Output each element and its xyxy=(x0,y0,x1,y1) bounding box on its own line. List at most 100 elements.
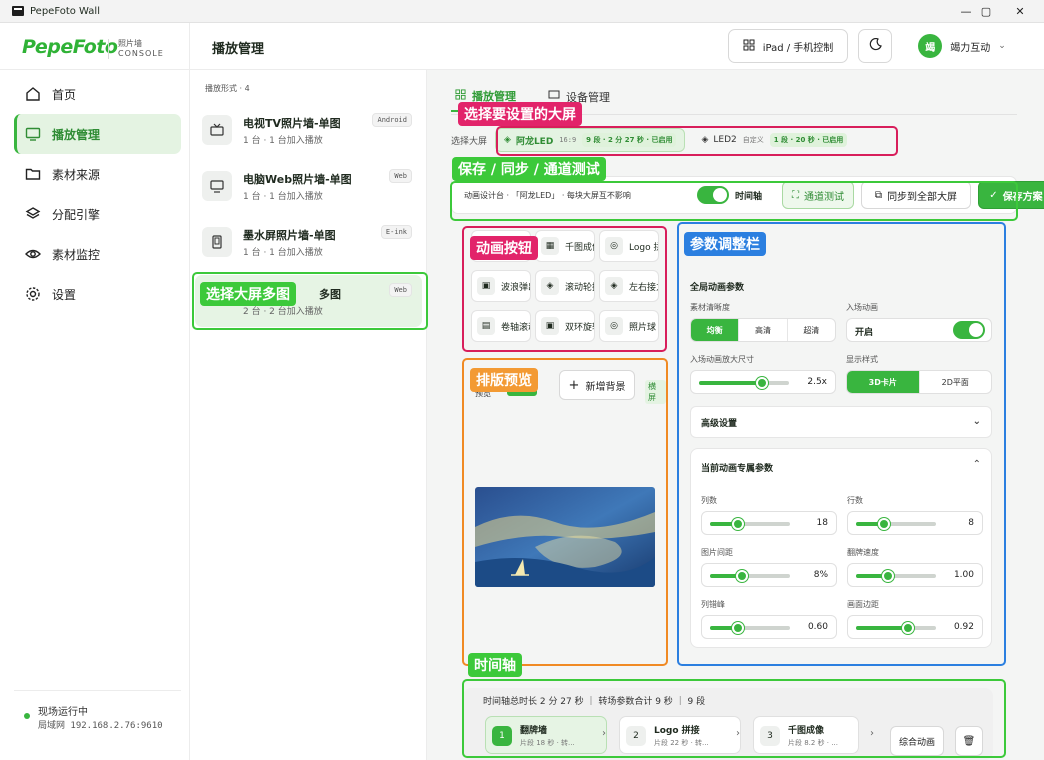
cols-slider[interactable]: 18 xyxy=(701,511,837,535)
layers-icon: ◈ xyxy=(504,135,511,145)
clarity-option[interactable]: 均衡 xyxy=(691,319,739,341)
grid-icon xyxy=(743,39,755,54)
list-item-sub: 1 台 · 1 台加入播放 xyxy=(243,248,323,258)
list-item[interactable]: 墨水屏照片墙-单图 1 台 · 1 台加入播放 E-ink xyxy=(195,217,422,269)
clarity-label: 素材清晰度 xyxy=(690,303,730,312)
current-anim-params: 当前动画专属参数 ⌃ 列数 18 行数 8 图片间距 8% 翻牌速度 1.00 … xyxy=(690,448,992,648)
field-value: 1.00 xyxy=(953,570,974,580)
ipad-control-button[interactable]: iPad / 手机控制 xyxy=(728,29,848,63)
add-background-button[interactable]: + 新增背景 xyxy=(559,370,635,400)
screen-chip-aloong[interactable]: ◈ 阿龙LED 16:9 9 段 · 2 分 27 秒 · 已启用 xyxy=(495,128,686,152)
platform-tag: Web xyxy=(389,169,412,183)
anim-button[interactable]: ▤ 卷轴滚动 xyxy=(471,310,531,342)
anim-button[interactable]: ▣ 波浪弹出 xyxy=(471,270,531,302)
field-label: 列数 xyxy=(701,496,717,505)
flip-speed-slider[interactable]: 1.00 xyxy=(847,563,983,587)
margin-slider[interactable]: 0.92 xyxy=(847,615,983,639)
timeline-step[interactable]: 2 Logo 拼接 片段 22 秒 · 转... xyxy=(619,716,741,754)
close-button[interactable]: ✕ xyxy=(1000,0,1040,23)
entry-anim-value: 开启 xyxy=(855,328,874,338)
sync-all-button[interactable]: ⧉ 同步到全部大屏 xyxy=(861,181,971,209)
grid-icon xyxy=(455,89,466,103)
anim-button[interactable]: ◈ 滚动轮播 xyxy=(535,270,595,302)
tablet-icon xyxy=(202,227,232,257)
clarity-segmented[interactable]: 均衡 高清 超清 xyxy=(690,318,836,342)
global-params-title: 全局动画参数 xyxy=(690,283,745,293)
anim-button[interactable]: ▦ 千图成像 xyxy=(535,230,595,262)
anim-button[interactable]: ◎ Logo 拼 xyxy=(599,230,659,262)
nav-item-sources[interactable]: 素材来源 xyxy=(14,154,181,194)
nav-item-playback[interactable]: 播放管理 xyxy=(14,114,181,154)
chevron-right-icon: › xyxy=(602,728,606,739)
step-sub: 片段 18 秒 · 转... xyxy=(520,739,575,747)
logo-divider xyxy=(108,39,109,59)
nav-item-engine[interactable]: 分配引擎 xyxy=(14,194,181,234)
list-item[interactable]: 电脑Web照片墙-单图 1 台 · 1 台加入播放 Web xyxy=(195,161,422,213)
timeline-step[interactable]: 3 千图成像 片段 8.2 秒 · ... xyxy=(753,716,859,754)
platform-tag: Web xyxy=(389,283,412,297)
monitor-icon xyxy=(24,125,42,143)
rows-slider[interactable]: 8 xyxy=(847,511,983,535)
platform-tag: Android xyxy=(372,113,412,127)
platform-tag: E-ink xyxy=(380,225,412,239)
header: 播放管理 iPad / 手机控制 竭 竭力互动 ⌄ xyxy=(190,23,1044,70)
field-value: 8% xyxy=(813,570,828,580)
list-item-title: 多图 xyxy=(319,288,341,301)
screen-name: LED2 xyxy=(713,135,737,145)
step-number: 2 xyxy=(626,726,646,746)
annotation-label-params: 参数调整栏 xyxy=(684,232,766,256)
combo-animation-button[interactable]: 综合动画 xyxy=(890,726,944,756)
anim-label: 滚动轮播 xyxy=(565,282,594,293)
folder-icon xyxy=(24,165,42,183)
app-icon xyxy=(12,6,24,16)
delete-button[interactable]: 🗑 xyxy=(955,726,983,756)
toolbar-description: 动画设计台 · 「阿龙LED」 · 每块大屏互不影响 xyxy=(464,191,631,200)
screen-chip-led2[interactable]: ◈ LED2 自定义 1 段 · 20 秒 · 已启用 xyxy=(693,128,855,152)
save-plan-label: 保存方案 xyxy=(1002,191,1043,203)
theme-toggle-button[interactable] xyxy=(858,29,892,63)
plus-icon: + xyxy=(568,377,580,393)
user-menu[interactable]: 竭 竭力互动 ⌄ xyxy=(906,29,1018,63)
nav-item-settings[interactable]: 设置 xyxy=(14,274,181,314)
nav-item-label: 设置 xyxy=(52,287,77,302)
brand-area: PepeFoto 照片墙 CONSOLE xyxy=(0,23,190,70)
anim-label: Logo 拼 xyxy=(629,242,658,253)
entry-anim-toggle[interactable] xyxy=(953,321,985,339)
annotation-label-anim-buttons: 动画按钮 xyxy=(470,236,538,260)
anim-label: 千图成像 xyxy=(565,242,594,253)
anim-button[interactable]: ◈ 左右接力 xyxy=(599,270,659,302)
user-name: 竭力互动 xyxy=(950,42,991,54)
stagger-slider[interactable]: 0.60 xyxy=(701,615,837,639)
field-label: 画面边距 xyxy=(847,600,879,609)
channel-test-button[interactable]: ⛶ 通道测试 xyxy=(782,181,854,209)
list-heading: 播放形式 · 4 xyxy=(205,84,250,93)
anim-button[interactable]: ▣ 双环旋转 xyxy=(535,310,595,342)
step-title: 翻牌墙 xyxy=(520,726,548,736)
zoom-slider[interactable]: 2.5x xyxy=(690,370,836,394)
list-item[interactable]: 电视TV照片墙-单图 1 台 · 1 台加入播放 Android xyxy=(195,105,422,157)
step-title: 千图成像 xyxy=(788,726,825,736)
style-option[interactable]: 3D卡片 xyxy=(847,371,919,393)
channel-test-label: 通道测试 xyxy=(804,191,844,203)
save-plan-button[interactable]: ✓ 保存方案 xyxy=(978,181,1044,209)
clarity-option[interactable]: 超清 xyxy=(786,319,835,341)
style-option[interactable]: 2D平面 xyxy=(918,371,992,393)
nav-item-home[interactable]: 首页 xyxy=(14,74,181,114)
timeline-step[interactable]: 1 翻牌墙 片段 18 秒 · 转... xyxy=(485,716,607,754)
step-title: Logo 拼接 xyxy=(654,726,700,736)
annotation-label-multi: 选择大屏多图 xyxy=(200,282,296,306)
chevron-right-icon: › xyxy=(870,728,874,739)
grid-icon: ▦ xyxy=(541,237,559,255)
timeline-toggle[interactable] xyxy=(697,186,729,204)
anim-button[interactable]: ◎ 照片球 xyxy=(599,310,659,342)
clarity-option[interactable]: 高清 xyxy=(738,319,786,341)
field-label: 列错峰 xyxy=(701,600,725,609)
field-value: 0.92 xyxy=(953,622,974,632)
style-segmented[interactable]: 3D卡片 2D平面 xyxy=(846,370,992,394)
spacing-slider[interactable]: 8% xyxy=(701,563,837,587)
advanced-accordion[interactable]: 高级设置 ⌄ xyxy=(690,406,992,438)
nav-item-monitor[interactable]: 素材监控 xyxy=(14,234,181,274)
annotation-label-timeline: 时间轴 xyxy=(468,653,522,677)
screen-status-pill: 1 段 · 20 秒 · 已启用 xyxy=(769,133,848,147)
timeline-toggle-label: 时间轴 xyxy=(735,192,763,202)
